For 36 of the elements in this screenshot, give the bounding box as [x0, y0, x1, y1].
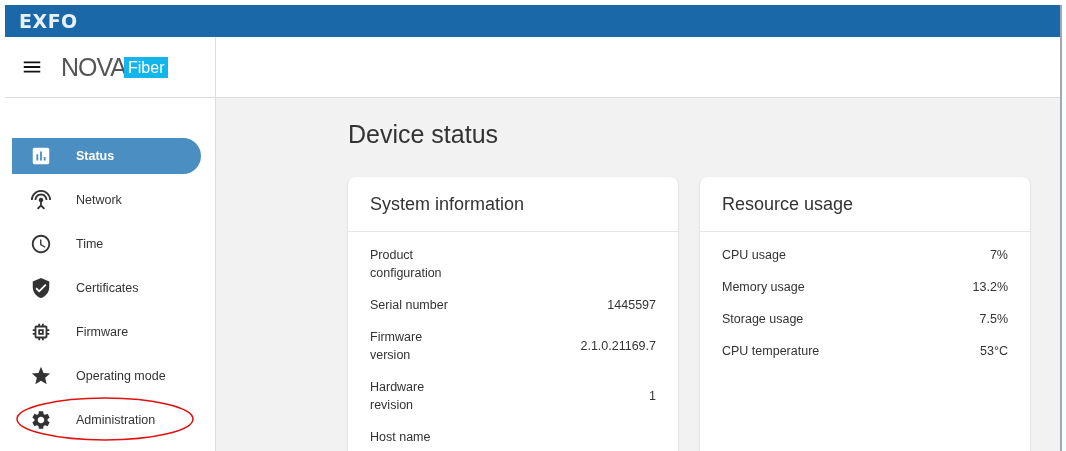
row-label: Memory usage — [722, 279, 805, 296]
chip-icon — [30, 321, 52, 343]
page-title: Device status — [348, 120, 500, 149]
row-label: Storage usage — [722, 311, 804, 328]
star-icon — [30, 365, 52, 387]
nav-item[interactable]: Certificates — [12, 270, 201, 306]
nav-item[interactable]: Status — [12, 138, 201, 174]
row-value: 1445597 — [607, 298, 656, 312]
nav-item[interactable]: Firmware — [12, 314, 201, 350]
row-value: 7% — [989, 248, 1008, 262]
nav-item[interactable]: Administration — [12, 402, 201, 438]
shield-check-icon — [30, 277, 52, 299]
row-label: CPU usage — [722, 247, 786, 264]
logo-text: NOVA — [61, 52, 126, 82]
row-label: CPU temperature — [722, 343, 820, 360]
logo-badge: Fiber — [124, 56, 169, 78]
row-label: Host name — [370, 429, 431, 446]
card-title: Resource usage — [722, 193, 854, 215]
row-value: 1 — [649, 389, 656, 403]
bar-chart-icon — [30, 145, 52, 167]
row-value: 13.2% — [972, 280, 1008, 294]
settings-icon — [30, 409, 52, 431]
card-title: System information — [370, 193, 525, 215]
brand-logo: EXFO — [19, 10, 78, 32]
nav-item[interactable]: Time — [12, 226, 201, 262]
row-label: Firmware version — [370, 329, 424, 364]
nav-item[interactable]: Operating mode — [12, 358, 201, 394]
row-label: Product configuration — [370, 247, 443, 282]
antenna-icon — [30, 189, 52, 211]
nav-item[interactable]: Network — [12, 182, 201, 218]
row-label: Serial number — [370, 297, 448, 314]
row-label: Hardware revision — [370, 379, 426, 414]
row-value: 7.5% — [979, 312, 1008, 326]
clock-icon — [30, 233, 52, 255]
row-value: 53°C — [980, 344, 1008, 358]
row-value: 2.1.0.21169.7 — [580, 339, 656, 353]
